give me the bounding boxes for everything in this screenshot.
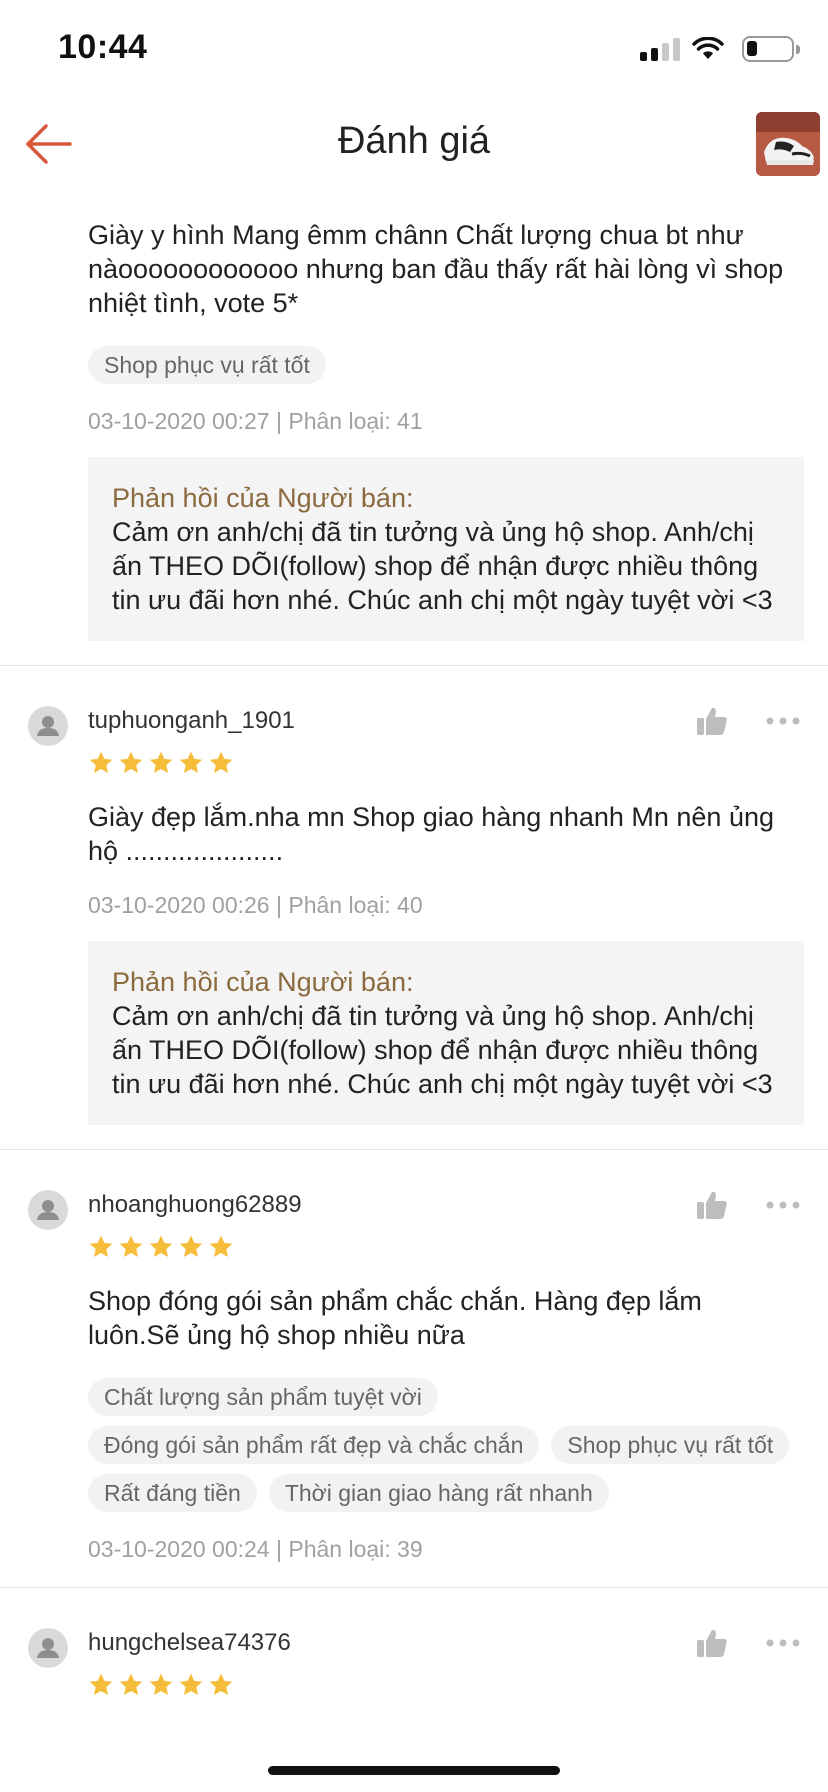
more-dots-icon bbox=[766, 1639, 800, 1647]
star-icon bbox=[209, 1235, 233, 1257]
star-icon bbox=[149, 1235, 173, 1257]
star-rating bbox=[88, 1234, 804, 1262]
like-button[interactable] bbox=[696, 1190, 728, 1220]
review-tag[interactable]: Shop phục vụ rất tốt bbox=[551, 1426, 790, 1464]
thumbs-up-icon bbox=[697, 707, 727, 735]
user-icon bbox=[37, 1638, 59, 1658]
seller-reply-text: Cảm ơn anh/chị đã tin tưởng và ủng hộ sh… bbox=[112, 517, 773, 615]
like-button[interactable] bbox=[696, 706, 728, 736]
star-icon bbox=[89, 1673, 113, 1695]
star-icon bbox=[179, 1673, 203, 1695]
star-icon bbox=[149, 1673, 173, 1695]
more-options-button[interactable] bbox=[766, 1201, 800, 1209]
seller-reply: Phản hồi của Người bán: Cảm ơn anh/chị đ… bbox=[88, 941, 804, 1125]
more-dots-icon bbox=[766, 717, 800, 725]
review-list: Giày y hình Mang êmm chânn Chất lượng ch… bbox=[0, 188, 828, 1724]
avatar[interactable] bbox=[28, 706, 68, 746]
star-rating bbox=[88, 1672, 804, 1700]
page-title: Đánh giá bbox=[337, 120, 491, 162]
avatar[interactable] bbox=[28, 1190, 68, 1230]
review-item: hungchelsea74376 bbox=[0, 1588, 828, 1724]
more-options-button[interactable] bbox=[766, 1639, 800, 1647]
review-tags: Chất lượng sản phẩm tuyệt vời Đóng gói s… bbox=[88, 1378, 804, 1512]
star-icon bbox=[179, 1235, 203, 1257]
review-tag[interactable]: Shop phục vụ rất tốt bbox=[88, 346, 326, 384]
more-options-button[interactable] bbox=[766, 717, 800, 725]
status-time: 10:44 bbox=[58, 28, 148, 66]
review-meta: 03-10-2020 00:27 | Phân loại: 41 bbox=[88, 408, 423, 434]
status-bar: 10:44 bbox=[0, 0, 828, 100]
user-icon bbox=[37, 1200, 59, 1220]
sneaker-image bbox=[756, 112, 820, 176]
star-icon bbox=[179, 751, 203, 773]
star-rating bbox=[88, 750, 804, 778]
review-tag[interactable]: Rất đáng tiền bbox=[88, 1474, 257, 1512]
home-indicator bbox=[268, 1766, 560, 1775]
seller-reply-label: Phản hồi của Người bán: bbox=[112, 483, 414, 513]
review-text: Giày đẹp lắm.nha mn Shop giao hàng nhanh… bbox=[88, 802, 774, 866]
more-dots-icon bbox=[766, 1201, 800, 1209]
seller-reply-text: Cảm ơn anh/chị đã tin tưởng và ủng hộ sh… bbox=[112, 1001, 773, 1099]
wifi-icon bbox=[692, 37, 724, 59]
review-text: Giày y hình Mang êmm chânn Chất lượng ch… bbox=[88, 220, 784, 318]
user-icon bbox=[37, 716, 59, 736]
seller-reply-label: Phản hồi của Người bán: bbox=[112, 967, 414, 997]
review-item: tuphuonganh_1901 Giày đẹp lắm.nha mn Sho… bbox=[0, 666, 828, 1150]
review-item: Giày y hình Mang êmm chânn Chất lượng ch… bbox=[0, 188, 828, 666]
product-thumbnail[interactable] bbox=[756, 112, 820, 176]
review-meta: 03-10-2020 00:24 | Phân loại: 39 bbox=[88, 1536, 423, 1562]
thumbs-up-icon bbox=[697, 1629, 727, 1657]
battery-icon bbox=[742, 36, 800, 62]
star-icon bbox=[89, 1235, 113, 1257]
signal-icon bbox=[640, 37, 680, 61]
star-icon bbox=[89, 751, 113, 773]
review-username[interactable]: hungchelsea74376 bbox=[88, 1629, 291, 1657]
avatar[interactable] bbox=[28, 1628, 68, 1668]
review-text: Shop đóng gói sản phẩm chắc chắn. Hàng đ… bbox=[88, 1286, 702, 1350]
thumbs-up-icon bbox=[697, 1191, 727, 1219]
star-icon bbox=[209, 1673, 233, 1695]
seller-reply: Phản hồi của Người bán: Cảm ơn anh/chị đ… bbox=[88, 457, 804, 641]
review-username[interactable]: nhoanghuong62889 bbox=[88, 1191, 302, 1219]
star-icon bbox=[209, 751, 233, 773]
nav-bar: Đánh giá bbox=[0, 100, 828, 188]
star-icon bbox=[119, 751, 143, 773]
star-icon bbox=[119, 1235, 143, 1257]
star-icon bbox=[149, 751, 173, 773]
review-tag[interactable]: Thời gian giao hàng rất nhanh bbox=[268, 1474, 609, 1512]
review-username[interactable]: tuphuonganh_1901 bbox=[88, 707, 295, 735]
review-tag[interactable]: Chất lượng sản phẩm tuyệt vời bbox=[88, 1378, 438, 1416]
review-item: nhoanghuong62889 Shop đóng gói sản phẩm … bbox=[0, 1150, 828, 1588]
review-tags: Shop phục vụ rất tốt bbox=[88, 346, 804, 384]
status-icons bbox=[640, 36, 800, 62]
review-tag[interactable]: Đóng gói sản phẩm rất đẹp và chắc chắn bbox=[88, 1426, 540, 1464]
star-icon bbox=[119, 1673, 143, 1695]
like-button[interactable] bbox=[696, 1628, 728, 1658]
review-meta: 03-10-2020 00:26 | Phân loại: 40 bbox=[88, 892, 423, 918]
